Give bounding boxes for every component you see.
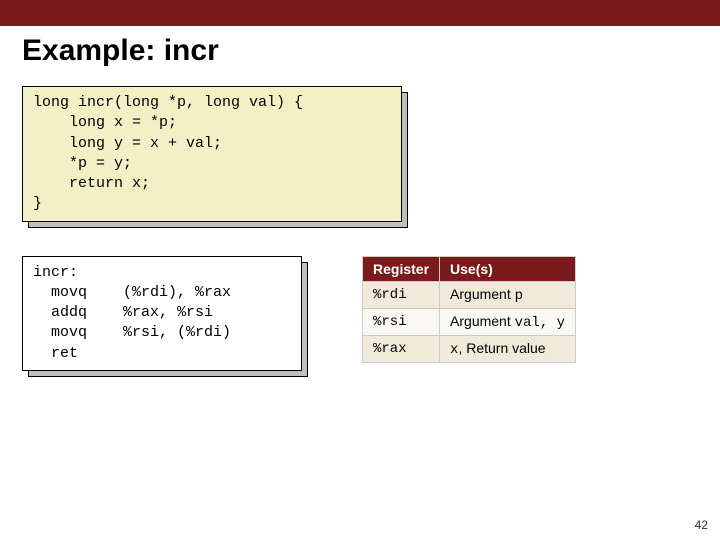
cell-register: %rsi	[363, 308, 440, 335]
asm-code-block: incr: movq (%rdi), %rax addq %rax, %rsi …	[22, 256, 302, 371]
asm-code: incr: movq (%rdi), %rax addq %rax, %rsi …	[33, 263, 291, 364]
table-row: %rsi Argument val, y	[363, 308, 576, 335]
cell-use: Argument p	[440, 281, 576, 308]
c-code-block: long incr(long *p, long val) { long x = …	[22, 86, 402, 222]
title-bar	[0, 0, 720, 26]
table-header-row: Register Use(s)	[363, 256, 576, 281]
slide-title: Example: incr	[0, 26, 720, 86]
table-row: %rax x, Return value	[363, 335, 576, 362]
cell-use: Argument val, y	[440, 308, 576, 335]
table-row: %rdi Argument p	[363, 281, 576, 308]
cell-register: %rax	[363, 335, 440, 362]
col-register: Register	[363, 256, 440, 281]
c-code: long incr(long *p, long val) { long x = …	[33, 93, 391, 215]
col-uses: Use(s)	[440, 256, 576, 281]
page-number: 42	[695, 518, 708, 532]
register-table: Register Use(s) %rdi Argument p %rsi Arg…	[362, 256, 576, 363]
cell-use: x, Return value	[440, 335, 576, 362]
cell-register: %rdi	[363, 281, 440, 308]
